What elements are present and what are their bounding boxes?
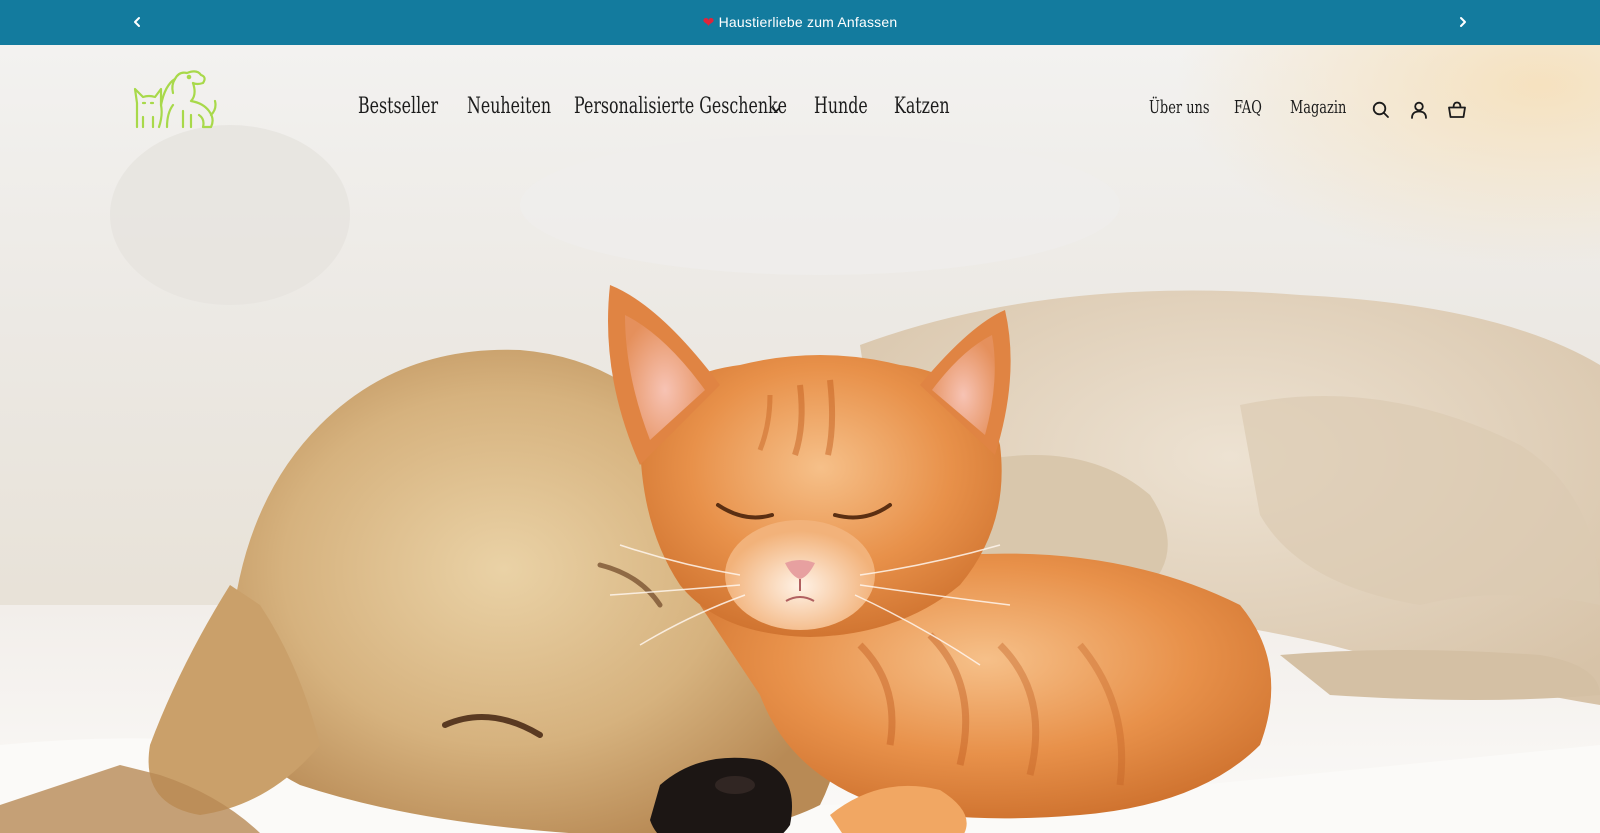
announcement-bar: ❤ Haustierliebe zum Anfassen <box>0 0 1600 45</box>
account-icon <box>1411 101 1427 119</box>
announcement-text: Haustierliebe zum Anfassen <box>718 14 898 30</box>
heart-icon: ❤ <box>702 14 715 30</box>
chevron-left-icon <box>134 17 140 27</box>
nav-label-faq: FAQ <box>1234 97 1262 118</box>
search-icon <box>1372 101 1389 118</box>
secondary-navigation: Über uns FAQ Magazin <box>0 45 1600 175</box>
nav-item-faq[interactable]: FAQ <box>1234 97 1273 118</box>
cart-button[interactable] <box>1446 99 1468 121</box>
site-header: Bestseller Neuheiten Personalisierte Ges… <box>0 45 1600 175</box>
announcement-next-button[interactable] <box>1452 11 1474 33</box>
announcement-prev-button[interactable] <box>126 11 148 33</box>
cart-icon <box>1448 101 1466 118</box>
nav-label-magazin: Magazin <box>1290 97 1347 118</box>
nav-item-ueber-uns[interactable]: Über uns <box>1149 97 1233 118</box>
nav-label-ueber-uns: Über uns <box>1149 97 1210 118</box>
account-button[interactable] <box>1408 99 1430 121</box>
chevron-right-icon <box>1460 17 1466 27</box>
announcement-message: ❤ Haustierliebe zum Anfassen <box>703 14 898 31</box>
search-button[interactable] <box>1370 99 1392 121</box>
nav-item-magazin[interactable]: Magazin <box>1290 97 1368 118</box>
